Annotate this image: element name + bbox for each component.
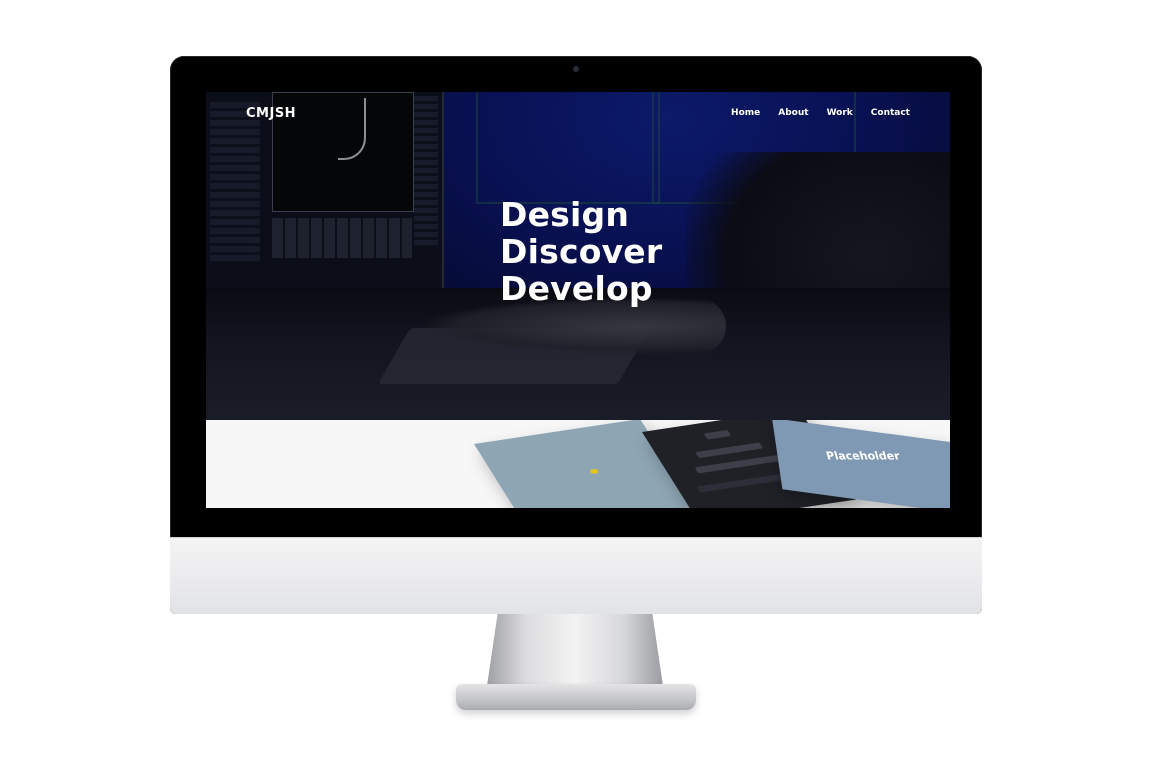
background-panel: [210, 102, 260, 262]
card-line: [694, 454, 782, 474]
nav-about[interactable]: About: [778, 108, 808, 118]
work-showcase: Placeholder: [206, 420, 950, 508]
card-logo-mark: [589, 468, 600, 474]
headline-line: Develop: [500, 269, 653, 308]
placeholder-label: Placeholder: [824, 449, 902, 463]
nav-contact[interactable]: Contact: [871, 108, 910, 118]
main-nav: Home About Work Contact: [713, 108, 910, 118]
background-window-frame: [476, 92, 660, 204]
website-screen: CMJSH Home About Work Contact Design Dis…: [206, 92, 950, 508]
imac-monitor: CMJSH Home About Work Contact Design Dis…: [170, 56, 982, 614]
camera-dot: [573, 66, 579, 72]
monitor-chin: [170, 537, 982, 614]
background-panel: [414, 96, 438, 246]
card-line: [695, 442, 764, 459]
nav-home[interactable]: Home: [731, 108, 760, 118]
hero-headline: Design Discover Develop: [500, 196, 662, 307]
monitor-stand-base: [456, 684, 696, 710]
headline-line: Design: [500, 195, 630, 234]
site-logo[interactable]: CMJSH: [246, 106, 296, 121]
monitor-stand-neck: [487, 614, 663, 686]
headline-line: Discover: [500, 232, 663, 271]
card-line: [703, 429, 732, 440]
background-timeline: [272, 218, 412, 258]
hero-section: CMJSH Home About Work Contact Design Dis…: [206, 92, 950, 420]
nav-work[interactable]: Work: [827, 108, 853, 118]
background-curve: [338, 98, 366, 160]
background-monitor: [206, 92, 444, 290]
